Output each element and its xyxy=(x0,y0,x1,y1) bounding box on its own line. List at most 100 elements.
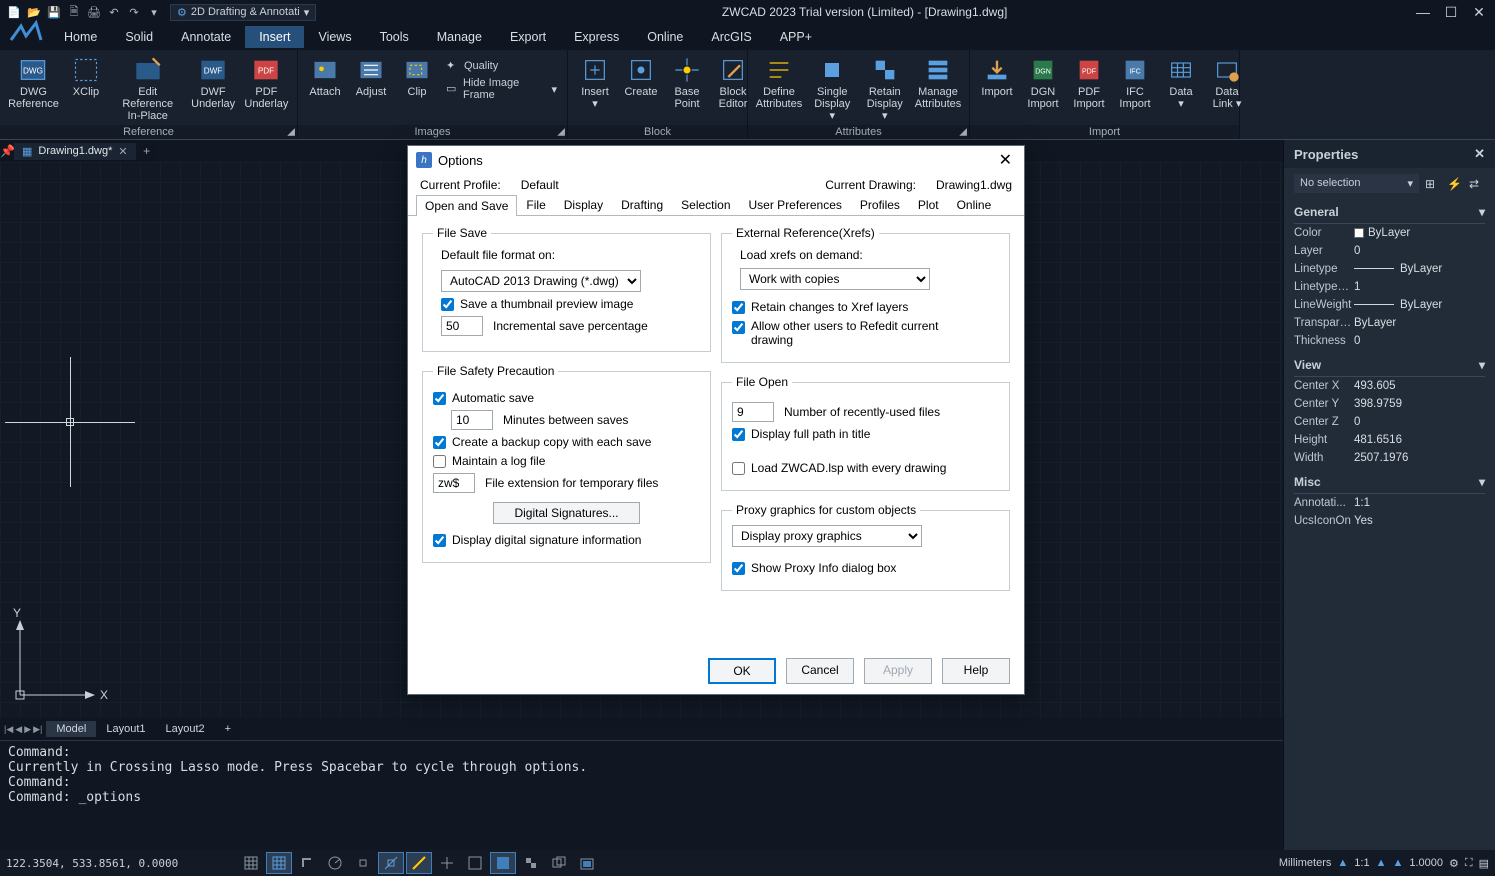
tab-manage[interactable]: Manage xyxy=(423,26,496,48)
maximize-button[interactable]: ☐ xyxy=(1441,4,1461,21)
options-tab-drafting[interactable]: Drafting xyxy=(612,194,672,215)
property-row[interactable]: Annotati...1:1 xyxy=(1294,494,1485,512)
digital-signatures-button[interactable]: Digital Signatures... xyxy=(493,502,639,524)
tab-views[interactable]: Views xyxy=(304,26,365,48)
single-display-button[interactable]: Single Display ▾ xyxy=(808,54,857,124)
edit-reference-button[interactable]: Edit Reference In-Place xyxy=(111,54,185,124)
status-sc-button[interactable] xyxy=(490,852,516,874)
general-group-header[interactable]: General▾ xyxy=(1294,201,1485,224)
misc-group-header[interactable]: Misc▾ xyxy=(1294,471,1485,494)
cancel-button[interactable]: Cancel xyxy=(786,658,854,684)
adjust-button[interactable]: Adjust xyxy=(350,54,392,100)
status-fullscreen-icon[interactable]: ⛶ xyxy=(1465,857,1473,870)
tab-arcgis[interactable]: ArcGIS xyxy=(697,26,765,48)
property-row[interactable]: Transpare...ByLayer xyxy=(1294,314,1485,332)
property-row[interactable]: LinetypeByLayer xyxy=(1294,260,1485,278)
status-osnap-button[interactable] xyxy=(350,852,376,874)
create-backup-checkbox[interactable]: Create a backup copy with each save xyxy=(433,435,700,449)
options-tab-profiles[interactable]: Profiles xyxy=(851,194,909,215)
options-tab-open-save[interactable]: Open and Save xyxy=(416,195,517,216)
tab-annotate[interactable]: Annotate xyxy=(167,26,245,48)
property-row[interactable]: Center Z0 xyxy=(1294,413,1485,431)
options-tab-selection[interactable]: Selection xyxy=(672,194,739,215)
toggle-icon[interactable]: ⇄ xyxy=(1469,177,1485,191)
tab-online[interactable]: Online xyxy=(633,26,697,48)
status-transparency-button[interactable] xyxy=(518,852,544,874)
properties-close-icon[interactable]: ✕ xyxy=(1474,146,1485,162)
layout-tab-layout1[interactable]: Layout1 xyxy=(96,721,155,737)
define-attributes-button[interactable]: Define Attributes xyxy=(754,54,804,112)
proxy-graphics-select[interactable]: Display proxy graphics xyxy=(732,525,922,547)
automatic-save-checkbox[interactable]: Automatic save xyxy=(433,391,700,405)
pdf-underlay-button[interactable]: PDFPDF Underlay xyxy=(242,54,291,112)
options-tab-plot[interactable]: Plot xyxy=(909,194,948,215)
pdf-import-button[interactable]: PDFPDF Import xyxy=(1068,54,1110,112)
attach-button[interactable]: Attach xyxy=(304,54,346,100)
help-button[interactable]: Help xyxy=(942,658,1010,684)
load-lsp-checkbox[interactable]: Load ZWCAD.lsp with every drawing xyxy=(732,461,999,475)
property-row[interactable]: Width2507.1976 xyxy=(1294,449,1485,467)
apply-button[interactable]: Apply xyxy=(864,658,932,684)
status-lwt-button[interactable] xyxy=(406,852,432,874)
property-row[interactable]: UcsIconOnYes xyxy=(1294,512,1485,530)
add-tab-button[interactable]: + xyxy=(136,144,158,158)
tab-export[interactable]: Export xyxy=(496,26,560,48)
layout-first-icon[interactable]: |◀ xyxy=(4,724,13,735)
qat-undo-icon[interactable]: ↶ xyxy=(106,4,122,20)
dwf-underlay-button[interactable]: DWFDWF Underlay xyxy=(189,54,238,112)
xclip-button[interactable]: XClip xyxy=(65,54,107,100)
maintain-log-checkbox[interactable]: Maintain a log file xyxy=(433,454,700,468)
options-tab-file[interactable]: File xyxy=(517,194,554,215)
dwg-reference-button[interactable]: DWGDWG Reference xyxy=(6,54,61,112)
view-group-header[interactable]: View▾ xyxy=(1294,354,1485,377)
tab-appplus[interactable]: APP+ xyxy=(766,26,826,48)
recent-files-input[interactable] xyxy=(732,402,774,422)
status-model-button[interactable] xyxy=(574,852,600,874)
status-gear-icon[interactable]: ⚙ xyxy=(1449,857,1459,870)
clip-button[interactable]: Clip xyxy=(396,54,438,100)
layout-add-button[interactable]: + xyxy=(215,721,241,737)
display-full-path-checkbox[interactable]: Display full path in title xyxy=(732,427,999,441)
property-row[interactable]: LinetypeS...1 xyxy=(1294,278,1485,296)
tab-home[interactable]: Home xyxy=(50,26,111,48)
data-button[interactable]: Data▾ xyxy=(1160,54,1202,112)
import-button[interactable]: Import xyxy=(976,54,1018,100)
incremental-save-input[interactable] xyxy=(441,316,483,336)
tab-solid[interactable]: Solid xyxy=(111,26,167,48)
status-ortho-button[interactable] xyxy=(294,852,320,874)
dgn-import-button[interactable]: DGNDGN Import xyxy=(1022,54,1064,112)
close-tab-icon[interactable]: ✕ xyxy=(118,145,127,158)
layout-tab-layout2[interactable]: Layout2 xyxy=(156,721,215,737)
quick-select-icon[interactable]: ⚡ xyxy=(1447,177,1463,191)
reference-launcher-icon[interactable]: ◢ xyxy=(287,127,295,138)
create-block-button[interactable]: Create xyxy=(620,54,662,100)
tab-insert[interactable]: Insert xyxy=(245,26,304,48)
status-anno-scale[interactable]: 1.0000 xyxy=(1409,857,1443,869)
options-tab-online[interactable]: Online xyxy=(948,194,1001,215)
ifc-import-button[interactable]: IFCIFC Import xyxy=(1114,54,1156,112)
layout-tab-model[interactable]: Model xyxy=(46,721,96,737)
status-scale[interactable]: 1:1 xyxy=(1354,857,1369,869)
qat-redo-icon[interactable]: ↷ xyxy=(126,4,142,20)
command-history[interactable]: Command: Currently in Crossing Lasso mod… xyxy=(0,741,1479,850)
layout-next-icon[interactable]: ▶ xyxy=(24,724,31,735)
app-logo-icon[interactable] xyxy=(6,18,46,48)
property-row[interactable]: LineWeightByLayer xyxy=(1294,296,1485,314)
status-snap-button[interactable] xyxy=(266,852,292,874)
pin-icon[interactable]: 📌 xyxy=(0,144,14,158)
options-tab-user-prefs[interactable]: User Preferences xyxy=(740,194,851,215)
status-cycle-button[interactable] xyxy=(546,852,572,874)
property-row[interactable]: Thickness0 xyxy=(1294,332,1485,350)
quality-button[interactable]: ✦Quality xyxy=(442,58,561,74)
hide-image-frame-button[interactable]: ▭Hide Image Frame▾ xyxy=(442,76,561,102)
property-row[interactable]: Center X493.605 xyxy=(1294,377,1485,395)
layout-prev-icon[interactable]: ◀ xyxy=(15,724,22,735)
ok-button[interactable]: OK xyxy=(708,658,776,684)
options-tab-display[interactable]: Display xyxy=(555,194,612,215)
base-point-button[interactable]: Base Point xyxy=(666,54,708,112)
tab-tools[interactable]: Tools xyxy=(366,26,423,48)
qat-more-icon[interactable]: ▾ xyxy=(146,4,162,20)
selection-dropdown[interactable]: No selection▾ xyxy=(1294,174,1419,193)
save-thumbnail-checkbox[interactable]: Save a thumbnail preview image xyxy=(441,297,700,311)
layout-last-icon[interactable]: ▶| xyxy=(33,724,42,735)
